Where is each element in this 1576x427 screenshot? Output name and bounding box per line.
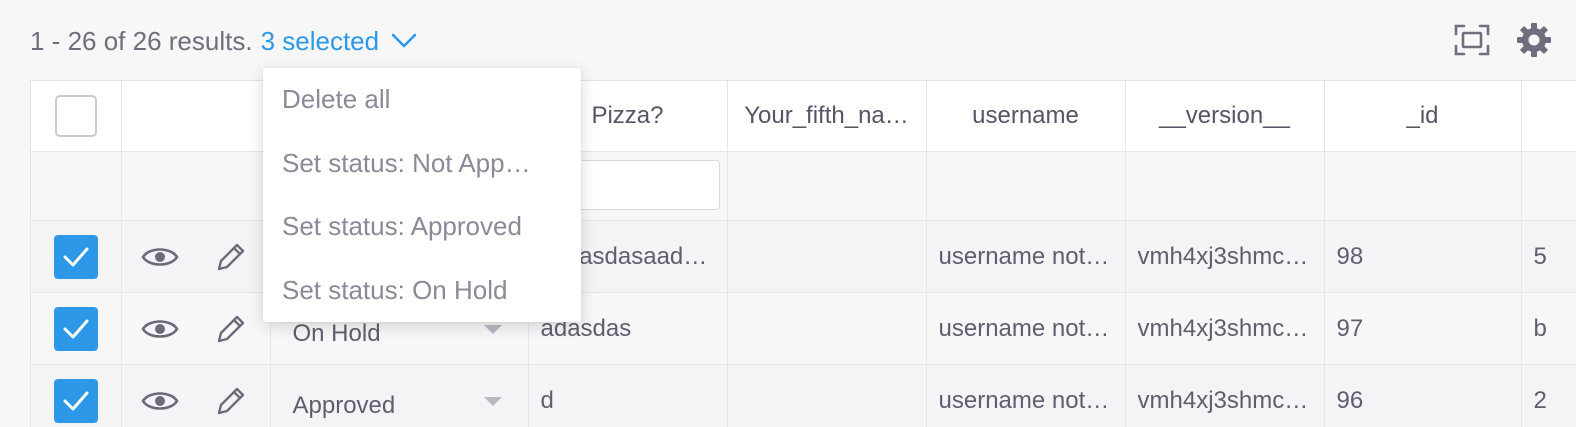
column-header-extra	[1521, 81, 1576, 152]
gear-icon	[1516, 22, 1552, 58]
pencil-icon	[215, 313, 247, 345]
caret-down-icon	[484, 325, 502, 334]
eye-icon	[141, 316, 179, 342]
caret-down-icon	[484, 397, 502, 406]
edit-button[interactable]	[211, 381, 251, 421]
submissions-table: Pizza? Your_fifth_na… username __version…	[30, 80, 1576, 427]
selected-dropdown-toggle[interactable]: 3 selected	[261, 26, 418, 57]
view-button[interactable]	[140, 237, 180, 277]
pencil-icon	[215, 241, 247, 273]
column-header-username[interactable]: username	[926, 81, 1125, 152]
cell-id: 96	[1324, 365, 1521, 427]
row-select-cell	[31, 221, 121, 293]
selected-count: 3 selected	[261, 26, 380, 57]
status-value: Approved	[293, 392, 396, 420]
cell-extra: 5	[1521, 221, 1576, 293]
settings-button[interactable]	[1514, 20, 1554, 60]
eye-icon	[141, 244, 179, 270]
edit-button[interactable]	[211, 237, 251, 277]
row-select-cell	[31, 293, 121, 365]
cell-id: 97	[1324, 293, 1521, 365]
row-checkbox[interactable]	[54, 379, 98, 423]
row-checkbox[interactable]	[54, 235, 98, 279]
header-select-all-cell	[31, 81, 121, 152]
cell-username: username not…	[926, 293, 1125, 365]
column-header-fifth-name[interactable]: Your_fifth_na…	[727, 81, 926, 152]
pencil-icon	[215, 385, 247, 417]
cell-version: vmh4xj3shmc…	[1125, 221, 1324, 293]
row-actions	[121, 365, 270, 427]
eye-icon	[141, 388, 179, 414]
cell-id: 98	[1324, 221, 1521, 293]
view-button[interactable]	[140, 381, 180, 421]
menu-item-set-status-approved[interactable]: Set status: Approved	[263, 195, 544, 259]
menu-item-delete-all[interactable]: Delete all	[263, 68, 544, 132]
header-actions	[121, 81, 270, 152]
cell-extra: b	[1521, 293, 1576, 365]
bulk-actions-menu: Delete all Set status: Not App… Set stat…	[263, 68, 581, 322]
status-value: On Hold	[293, 320, 381, 348]
cell-fifth-name	[727, 365, 926, 427]
row-checkbox[interactable]	[54, 307, 98, 351]
select-all-checkbox[interactable]	[55, 95, 97, 137]
status-select[interactable]: Approved	[270, 365, 528, 427]
cell-username: username not…	[926, 365, 1125, 427]
chevron-down-icon	[391, 33, 417, 49]
check-icon	[62, 318, 90, 340]
edit-button[interactable]	[211, 309, 251, 349]
row-actions	[121, 221, 270, 293]
cell-fifth-name	[727, 293, 926, 365]
cell-username: username not…	[926, 221, 1125, 293]
check-icon	[62, 390, 90, 412]
cell-extra: 2	[1521, 365, 1576, 427]
cell-version: vmh4xj3shmc…	[1125, 293, 1324, 365]
menu-item-set-status-not-approved[interactable]: Set status: Not App…	[263, 132, 544, 196]
column-header-version[interactable]: __version__	[1125, 81, 1324, 152]
menu-item-set-status-on-hold[interactable]: Set status: On Hold	[263, 259, 544, 323]
cell-version: vmh4xj3shmc…	[1125, 365, 1324, 427]
results-summary: 1 - 26 of 26 results. 3 selected	[30, 22, 417, 60]
fullscreen-button[interactable]	[1452, 20, 1492, 60]
row-select-cell	[31, 365, 121, 427]
table-tools	[1430, 20, 1554, 60]
fullscreen-icon	[1454, 24, 1490, 56]
check-icon	[62, 246, 90, 268]
results-count: 1 - 26 of 26 results.	[30, 26, 253, 57]
table-row[interactable]: Approved d username not… vmh4xj3shmc… 96…	[31, 365, 1576, 427]
row-actions	[121, 293, 270, 365]
column-header-id[interactable]: _id	[1324, 81, 1521, 152]
cell-pizza: d	[528, 365, 727, 427]
cell-fifth-name	[727, 221, 926, 293]
view-button[interactable]	[140, 309, 180, 349]
